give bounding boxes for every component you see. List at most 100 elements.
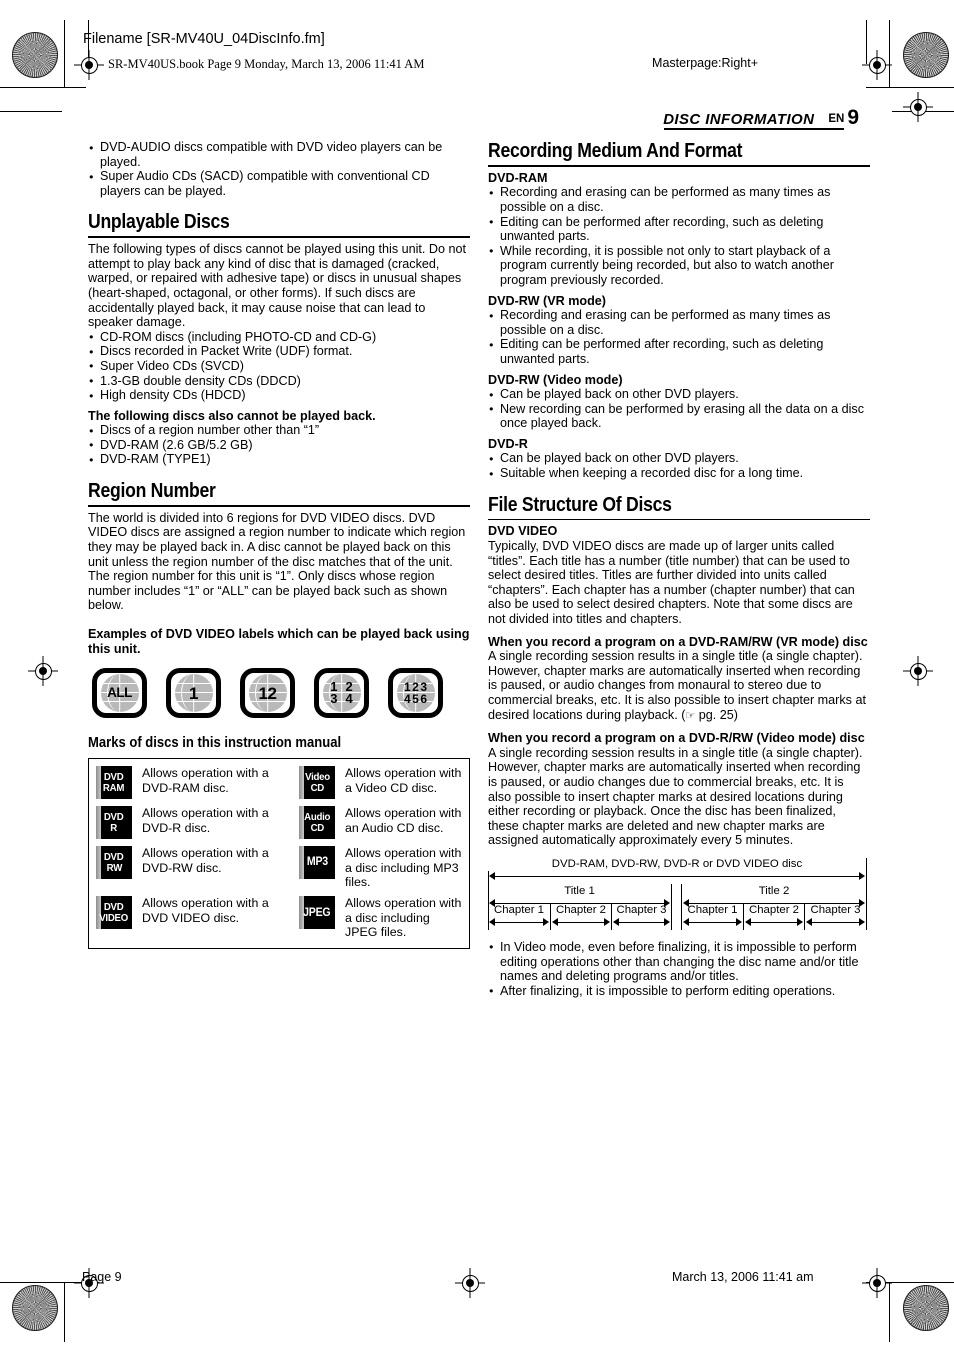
diagram-t2-chapter-1-arrow <box>683 918 742 927</box>
crop-line-top-left <box>0 87 86 89</box>
diagram-title-2-label: Title 2 <box>758 884 790 897</box>
registration-mark-midleft <box>28 656 58 686</box>
mp3-mark-icon: MP3 <box>299 846 335 880</box>
registration-mark-bottommid <box>455 1268 485 1298</box>
marks-section-title: Marks of discs in this instruction manua… <box>88 735 342 752</box>
badge-line-2: RAM <box>103 781 125 794</box>
section-rule <box>88 236 470 239</box>
region-paragraph: The world is divided into 6 regions for … <box>88 510 466 613</box>
dvd-r-bullet-list: Can be played back on other DVD players.… <box>488 451 870 481</box>
region-examples-heading: Examples of DVD VIDEO labels which can b… <box>88 627 470 656</box>
crop-line-top-left-2 <box>0 111 62 113</box>
list-item: In Video mode, even before finalizing, i… <box>488 939 870 984</box>
running-head-title: DISC INFORMATION <box>663 111 815 128</box>
diagram-t2-chapter-2-label: Chapter 2 <box>748 903 800 916</box>
vr-mode-text-b: pg. 25) <box>695 707 739 722</box>
right-column: Recording Medium And Format DVD-RAM Reco… <box>488 140 870 998</box>
unplayable-paragraph: The following types of discs cannot be p… <box>88 242 467 330</box>
registration-mark-topmid <box>862 50 892 80</box>
registration-mark-topleft <box>74 50 104 80</box>
list-item: Discs recorded in Packet Write (UDF) for… <box>88 344 470 359</box>
also-unplayable-bullet-list: Discs of a region number other than “1” … <box>88 423 470 467</box>
subheading-dvd-rw-vr: DVD-RW (VR mode) <box>488 293 607 308</box>
region-icon-1: 1 <box>166 668 221 719</box>
dvd-rw-mark-icon: DVD RW <box>96 846 132 880</box>
print-control-blob-topright <box>903 32 949 78</box>
running-head: DISC INFORMATION EN 9 <box>663 106 859 130</box>
closing-bullet-list: In Video mode, even before finalizing, i… <box>488 939 870 998</box>
dvd-rw-vr-bullet-list: Recording and erasing can be performed a… <box>488 308 870 366</box>
section-rule <box>488 165 870 167</box>
badge-line-2: VIDEO <box>99 911 129 924</box>
list-item: Editing can be performed after recording… <box>488 214 870 244</box>
title-chapter-diagram: DVD-RAM, DVD-RW, DVD-R or DVD VIDEO disc… <box>488 857 870 930</box>
diagram-t2-chapter-3-arrow <box>806 918 865 927</box>
list-item: CD-ROM discs (including PHOTO-CD and CD-… <box>88 329 470 344</box>
badge-line-2: CD <box>310 781 324 794</box>
list-item: Recording and erasing can be performed a… <box>488 185 870 214</box>
registration-mark-bottomright <box>862 1268 892 1298</box>
list-item: Super Audio CDs (SACD) compatible with c… <box>88 169 470 198</box>
region-digit: 5 <box>412 692 419 707</box>
language-code: EN <box>828 113 845 125</box>
badge-line-1: MP3 <box>306 856 328 869</box>
print-control-blob-bottomleft <box>12 1285 58 1331</box>
region-icon-12: 12 <box>240 668 295 719</box>
subheading-dvd-r: DVD-R <box>488 436 528 451</box>
badge-line-2: CD <box>310 821 324 834</box>
list-item: New recording can be performed by erasin… <box>488 401 870 431</box>
dvd-video-paragraph: Typically, DVD VIDEO discs are made up o… <box>488 539 855 627</box>
unplayable-bullet-list: CD-ROM discs (including PHOTO-CD and CD-… <box>88 329 470 403</box>
region-icon-all: ALL <box>92 668 147 719</box>
diagram-edge-right <box>866 857 868 930</box>
region-icon-all-label: ALL <box>107 685 132 701</box>
marks-table: DVD RAM Allows operation with a DVD-RAM … <box>88 758 470 949</box>
badge-line-2: R <box>110 821 118 834</box>
list-item: Editing can be performed after recording… <box>488 337 870 366</box>
registration-mark-topright <box>903 92 933 122</box>
region-digit: 4 <box>345 691 353 707</box>
section-heading-unplayable-discs: Unplayable Discs <box>88 211 230 234</box>
list-item: After finalizing, it is impossible to pe… <box>488 983 870 998</box>
masterpage-label: Masterpage:Right+ <box>652 56 758 70</box>
diagram-t1-chapter-1-label: Chapter 1 <box>493 903 545 916</box>
list-item: Super Video CDs (SVCD) <box>88 358 470 373</box>
badge-line-2: RW <box>106 861 122 874</box>
diagram-t2-chapter-2-arrow <box>745 918 803 927</box>
registration-mark-midright <box>903 656 933 686</box>
diagram-t2-chapter-3-label: Chapter 3 <box>810 903 861 916</box>
diagram-title-1-label: Title 1 <box>564 884 595 897</box>
mark-description: Allows operation with a DVD VIDEO disc. <box>142 896 269 925</box>
diagram-title-split-a <box>671 883 673 930</box>
list-item: Recording and erasing can be performed a… <box>488 308 870 337</box>
region-icon-row: ALL 1 12 1 2 3 4 1 2 3 4 5 6 <box>92 668 470 719</box>
subheading-dvd-rw-video: DVD-RW (Video mode) <box>488 372 623 387</box>
region-icon-1234-labels: 1 2 3 4 <box>330 680 353 707</box>
running-head-rule <box>664 128 844 131</box>
subheading-record-video-mode: When you record a program on a DVD-R/RW … <box>488 731 865 746</box>
print-control-blob-bottomright <box>903 1285 949 1331</box>
region-icon-12-label: 12 <box>258 683 277 703</box>
crop-line-left-top <box>64 20 66 88</box>
dvd-ram-mark-icon: DVD RAM <box>96 766 132 800</box>
region-digit: 6 <box>420 692 428 707</box>
footer-timestamp: March 13, 2006 11:41 am <box>672 1270 814 1284</box>
audio-cd-mark-icon: Audio CD <box>299 806 335 840</box>
section-heading-region-number: Region Number <box>88 480 216 503</box>
crop-line-top-right <box>866 87 954 89</box>
mark-description: Allows operation with a DVD-RW disc. <box>142 846 269 875</box>
diagram-disc-arrow <box>489 872 865 881</box>
list-item: While recording, it is possible not only… <box>488 243 870 288</box>
list-item: High density CDs (HDCD) <box>88 388 470 403</box>
dvd-video-mark-icon: DVD VIDEO <box>96 896 132 930</box>
subheading-record-vr-mode: When you record a program on a DVD-RAM/R… <box>488 634 868 649</box>
diagram-t2-chapter-1-label: Chapter 1 <box>687 903 738 916</box>
mark-description: Allows operation with a disc including J… <box>345 896 462 940</box>
mark-description: Allows operation with an Audio CD disc. <box>345 806 462 835</box>
left-column: DVD-AUDIO discs compatible with DVD vide… <box>88 139 470 949</box>
print-control-blob-topleft <box>12 32 58 78</box>
vr-mode-text-a: A single recording session results in a … <box>488 649 866 722</box>
region-icon-123456: 1 2 3 4 5 6 <box>388 668 443 719</box>
region-digit: 3 <box>330 691 338 707</box>
subheading-dvd-ram: DVD-RAM <box>488 170 548 185</box>
